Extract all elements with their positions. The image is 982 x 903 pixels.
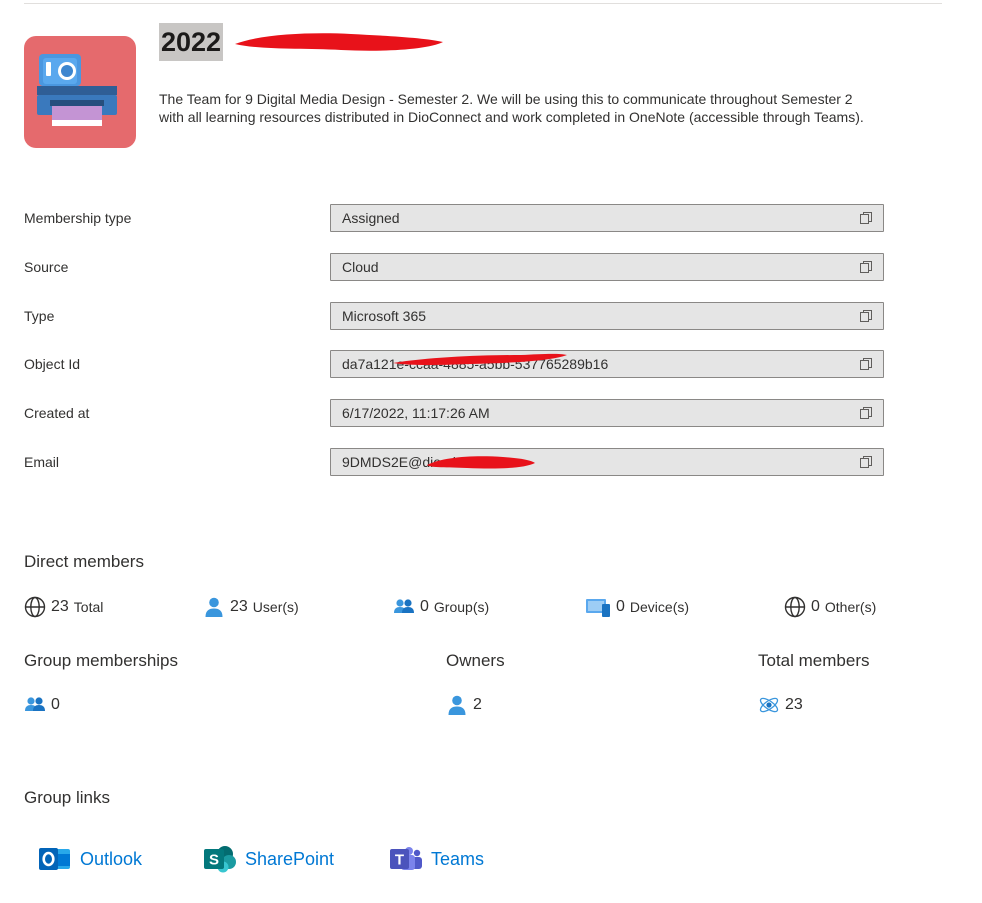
property-value: Assigned bbox=[342, 210, 400, 226]
teams-link[interactable]: T Teams bbox=[389, 845, 484, 873]
direct-members-heading: Direct members bbox=[24, 552, 144, 571]
group-memberships-count: 0 bbox=[51, 696, 60, 713]
svg-text:S: S bbox=[209, 852, 219, 869]
direct-devices[interactable]: 0 Device(s) bbox=[585, 596, 689, 618]
group-description: The Team for 9 Digital Media Design - Se… bbox=[159, 91, 864, 125]
total-members-heading: Total members bbox=[758, 651, 870, 670]
property-created-at: Created at 6/17/2022, 11:17:26 AM bbox=[24, 399, 886, 427]
user-icon bbox=[205, 597, 223, 617]
created-at-field[interactable]: 6/17/2022, 11:17:26 AM bbox=[330, 399, 884, 427]
membership-type-field[interactable]: Assigned bbox=[330, 204, 884, 232]
users-count: 23 bbox=[230, 598, 248, 615]
property-value: da7a121e-ccaa-4885-a5bb-537765289b16 bbox=[342, 356, 609, 372]
group-links-heading: Group links bbox=[24, 788, 110, 807]
sharepoint-icon: S bbox=[204, 846, 236, 873]
groups-count: 0 bbox=[420, 598, 429, 615]
property-value: 6/17/2022, 11:17:26 AM bbox=[342, 405, 490, 421]
group-title-row: 2022 bbox=[159, 22, 447, 62]
devices-count: 0 bbox=[616, 598, 625, 615]
source-field[interactable]: Cloud bbox=[330, 253, 884, 281]
property-label: Created at bbox=[24, 405, 90, 421]
users-label: User(s) bbox=[252, 599, 299, 615]
direct-users[interactable]: 23 User(s) bbox=[203, 596, 299, 618]
total-label: Total bbox=[73, 599, 104, 615]
group-memberships-heading: Group memberships bbox=[24, 651, 179, 670]
group-memberships-stat[interactable]: 0 bbox=[24, 694, 60, 716]
property-email: Email 9DMDS2E@dio ol.nz bbox=[24, 448, 886, 476]
owners-heading: Owners bbox=[446, 651, 505, 670]
total-members-count: 23 bbox=[785, 696, 803, 713]
copy-icon[interactable] bbox=[859, 260, 873, 274]
total-members-stat[interactable]: 23 bbox=[758, 694, 803, 716]
sharepoint-link[interactable]: S SharePoint bbox=[203, 845, 334, 873]
group-icon bbox=[25, 697, 45, 711]
copy-icon[interactable] bbox=[859, 309, 873, 323]
copy-icon[interactable] bbox=[859, 455, 873, 469]
total-count: 23 bbox=[51, 598, 69, 615]
devices-label: Device(s) bbox=[629, 599, 690, 615]
property-label: Object Id bbox=[24, 356, 81, 372]
owners-count: 2 bbox=[473, 696, 482, 713]
user-icon bbox=[448, 695, 466, 715]
property-label: Membership type bbox=[24, 210, 132, 226]
email-field[interactable]: 9DMDS2E@dio ol.nz bbox=[330, 448, 884, 476]
property-type: Type Microsoft 365 bbox=[24, 302, 886, 330]
group-logo bbox=[24, 36, 136, 148]
title-redaction bbox=[231, 28, 447, 56]
copy-icon[interactable] bbox=[859, 211, 873, 225]
owners-stat[interactable]: 2 bbox=[446, 694, 482, 716]
teams-icon: T bbox=[390, 847, 422, 870]
direct-others[interactable]: 0 Other(s) bbox=[784, 596, 876, 618]
instant-camera-icon bbox=[37, 54, 117, 126]
property-label: Type bbox=[24, 308, 55, 324]
property-value: Cloud bbox=[342, 259, 379, 275]
others-label: Other(s) bbox=[824, 599, 877, 615]
property-membership-type: Membership type Assigned bbox=[24, 204, 886, 232]
group-title: 2022 bbox=[159, 23, 224, 61]
group-icon bbox=[394, 599, 414, 613]
device-icon bbox=[586, 599, 610, 617]
property-value: Microsoft 365 bbox=[342, 308, 427, 324]
svg-text:T: T bbox=[395, 852, 404, 869]
property-label: Source bbox=[24, 259, 69, 275]
others-count: 0 bbox=[811, 598, 820, 615]
direct-groups[interactable]: 0 Group(s) bbox=[393, 596, 489, 618]
outlook-link[interactable]: Outlook bbox=[38, 845, 142, 873]
copy-icon[interactable] bbox=[859, 357, 873, 371]
globe-icon bbox=[784, 596, 806, 618]
sharepoint-label: SharePoint bbox=[245, 848, 335, 869]
top-divider bbox=[24, 3, 942, 4]
property-label: Email bbox=[24, 454, 60, 470]
copy-icon[interactable] bbox=[859, 406, 873, 420]
direct-total: 23 Total bbox=[24, 596, 103, 618]
atom-icon bbox=[759, 697, 779, 713]
object-id-field[interactable]: da7a121e-ccaa-4885-a5bb-537765289b16 bbox=[330, 350, 884, 378]
globe-icon bbox=[24, 596, 46, 618]
property-value: 9DMDS2E@dio ol.nz bbox=[342, 454, 475, 470]
outlook-icon bbox=[39, 848, 70, 870]
teams-label: Teams bbox=[431, 848, 485, 869]
property-source: Source Cloud bbox=[24, 253, 886, 281]
outlook-label: Outlook bbox=[80, 848, 143, 869]
groups-label: Group(s) bbox=[433, 599, 490, 615]
type-field[interactable]: Microsoft 365 bbox=[330, 302, 884, 330]
property-object-id: Object Id da7a121e-ccaa-4885-a5bb-537765… bbox=[24, 350, 886, 378]
